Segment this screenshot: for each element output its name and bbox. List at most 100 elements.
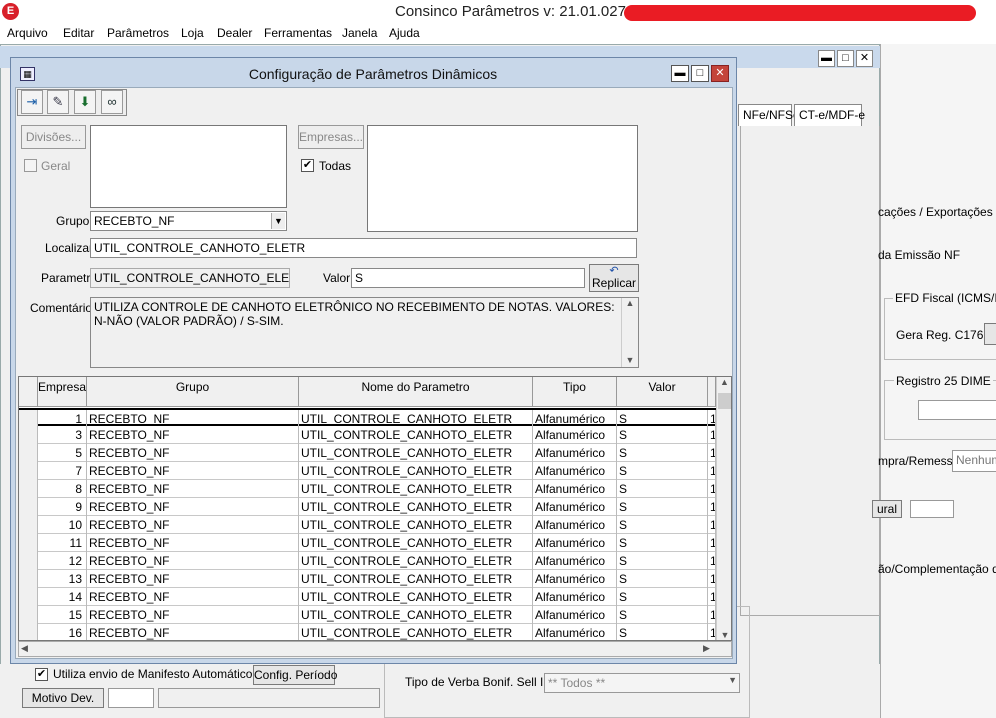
- minimize-icon[interactable]: ▬: [818, 50, 835, 67]
- geral-checkbox[interactable]: [24, 159, 37, 172]
- cell-nome[interactable]: UTIL_CONTROLE_CANHOTO_ELETR: [299, 624, 533, 640]
- menu-editar[interactable]: Editar: [63, 26, 94, 40]
- chevron-up-icon[interactable]: ▲: [717, 377, 731, 391]
- row-indicator[interactable]: [19, 426, 38, 444]
- cell-grupo[interactable]: RECEBTO_NF: [87, 516, 299, 534]
- chevron-right-icon[interactable]: ▶: [703, 643, 710, 654]
- chevron-up-icon[interactable]: ▲: [622, 298, 638, 308]
- cell-nome[interactable]: UTIL_CONTROLE_CANHOTO_ELETR: [299, 516, 533, 534]
- cell-tipo[interactable]: Alfanumérico: [533, 462, 617, 480]
- column-header-tipo[interactable]: Tipo: [533, 377, 617, 407]
- table-row[interactable]: 5 RECEBTO_NF UTIL_CONTROLE_CANHOTO_ELETR Al…: [19, 444, 716, 462]
- cell-valor[interactable]: S: [617, 534, 708, 552]
- grupo-select[interactable]: RECEBTO_NF ▼: [90, 211, 287, 231]
- cell-extra[interactable]: 1: [708, 570, 716, 588]
- menu-parametros[interactable]: Parâmetros: [107, 26, 169, 40]
- table-row[interactable]: 12 RECEBTO_NF UTIL_CONTROLE_CANHOTO_ELETR A…: [19, 552, 716, 570]
- cell-tipo[interactable]: Alfanumérico: [533, 516, 617, 534]
- table-row[interactable]: 8 RECEBTO_NF UTIL_CONTROLE_CANHOTO_ELETR Al…: [19, 480, 716, 498]
- row-indicator[interactable]: [19, 444, 38, 462]
- close-icon[interactable]: ✕: [856, 50, 873, 67]
- cell-empresa[interactable]: 8: [38, 480, 87, 498]
- cell-tipo[interactable]: Alfanumérico: [533, 552, 617, 570]
- cell-extra[interactable]: 1: [708, 480, 716, 498]
- cell-grupo[interactable]: RECEBTO_NF: [87, 624, 299, 640]
- cell-tipo[interactable]: Alfanumérico: [533, 606, 617, 624]
- cell-grupo[interactable]: RECEBTO_NF: [87, 606, 299, 624]
- cell-extra[interactable]: 1: [708, 516, 716, 534]
- motivo-dev-button[interactable]: Motivo Dev.: [22, 688, 104, 708]
- menu-ajuda[interactable]: Ajuda: [389, 26, 420, 40]
- cell-grupo[interactable]: RECEBTO_NF: [87, 444, 299, 462]
- binoculars-icon[interactable]: ∞: [101, 90, 123, 114]
- row-indicator[interactable]: [19, 480, 38, 498]
- tab-nfe-nfse[interactable]: NFe/NFSe: [738, 104, 800, 126]
- cell-extra[interactable]: 1: [708, 534, 716, 552]
- cell-nome[interactable]: UTIL_CONTROLE_CANHOTO_ELETR: [299, 426, 533, 444]
- cell-valor[interactable]: S: [617, 570, 708, 588]
- eraser-icon[interactable]: ✎: [47, 90, 69, 114]
- exit-icon[interactable]: ⇥: [21, 90, 43, 114]
- cell-valor[interactable]: S: [617, 462, 708, 480]
- table-row[interactable]: 7 RECEBTO_NF UTIL_CONTROLE_CANHOTO_ELETR Al…: [19, 462, 716, 480]
- chevron-down-icon[interactable]: ▼: [271, 213, 285, 229]
- maximize-icon[interactable]: □: [837, 50, 854, 67]
- scroll-thumb[interactable]: [718, 393, 731, 409]
- table-row[interactable]: 13 RECEBTO_NF UTIL_CONTROLE_CANHOTO_ELETR A…: [19, 570, 716, 588]
- cell-grupo[interactable]: RECEBTO_NF: [87, 552, 299, 570]
- maximize-icon[interactable]: □: [691, 65, 709, 82]
- row-indicator[interactable]: [19, 606, 38, 624]
- chevron-down-icon[interactable]: ▼: [717, 630, 731, 640]
- cell-extra[interactable]: 1: [708, 552, 716, 570]
- localizar-input[interactable]: UTIL_CONTROLE_CANHOTO_ELETR: [90, 238, 637, 258]
- motivo-dev-field[interactable]: [108, 688, 154, 708]
- close-icon[interactable]: ✕: [711, 65, 729, 82]
- cell-nome[interactable]: UTIL_CONTROLE_CANHOTO_ELETR: [299, 444, 533, 462]
- gera-reg-button[interactable]: [984, 323, 996, 345]
- cell-nome[interactable]: UTIL_CONTROLE_CANHOTO_ELETR: [299, 570, 533, 588]
- cell-empresa[interactable]: 10: [38, 516, 87, 534]
- menu-ferramentas[interactable]: Ferramentas: [264, 26, 332, 40]
- menu-loja[interactable]: Loja: [181, 26, 204, 40]
- cell-nome[interactable]: UTIL_CONTROLE_CANHOTO_ELETR: [299, 462, 533, 480]
- cell-tipo[interactable]: Alfanumérico: [533, 426, 617, 444]
- table-row[interactable]: 11 RECEBTO_NF UTIL_CONTROLE_CANHOTO_ELETR A…: [19, 534, 716, 552]
- comentarios-scrollbar[interactable]: ▲ ▼: [621, 298, 638, 367]
- row-indicator[interactable]: [19, 498, 38, 516]
- cell-empresa[interactable]: 12: [38, 552, 87, 570]
- cell-grupo[interactable]: RECEBTO_NF: [87, 426, 299, 444]
- cell-empresa[interactable]: 14: [38, 588, 87, 606]
- divisoes-list[interactable]: [90, 125, 287, 208]
- cell-valor[interactable]: S: [617, 606, 708, 624]
- cell-grupo[interactable]: RECEBTO_NF: [87, 588, 299, 606]
- cell-empresa[interactable]: 7: [38, 462, 87, 480]
- menu-janela[interactable]: Janela: [342, 26, 377, 40]
- cell-nome[interactable]: UTIL_CONTROLE_CANHOTO_ELETR: [299, 480, 533, 498]
- cell-extra[interactable]: 1: [708, 426, 716, 444]
- cell-empresa[interactable]: 9: [38, 498, 87, 516]
- cell-empresa[interactable]: 15: [38, 606, 87, 624]
- table-row[interactable]: 14 RECEBTO_NF UTIL_CONTROLE_CANHOTO_ELETR A…: [19, 588, 716, 606]
- cell-grupo[interactable]: RECEBTO_NF: [87, 498, 299, 516]
- cell-tipo[interactable]: Alfanumérico: [533, 480, 617, 498]
- row-indicator[interactable]: [19, 534, 38, 552]
- menu-dealer[interactable]: Dealer: [217, 26, 252, 40]
- cell-nome[interactable]: UTIL_CONTROLE_CANHOTO_ELETR: [299, 498, 533, 516]
- cell-extra[interactable]: 1: [708, 588, 716, 606]
- cell-empresa[interactable]: 5: [38, 444, 87, 462]
- cell-empresa[interactable]: 3: [38, 426, 87, 444]
- row-indicator[interactable]: [19, 462, 38, 480]
- cell-extra[interactable]: 1: [708, 462, 716, 480]
- chevron-down-icon[interactable]: ▼: [622, 355, 638, 365]
- row-indicator[interactable]: [19, 588, 38, 606]
- cell-grupo[interactable]: RECEBTO_NF: [87, 534, 299, 552]
- column-header-valor[interactable]: Valor: [617, 377, 708, 407]
- grid-horizontal-scrollbar[interactable]: ◀ ▶: [18, 641, 732, 657]
- menu-arquivo[interactable]: Arquivo: [7, 26, 48, 40]
- registro25-field[interactable]: [918, 400, 996, 420]
- cell-empresa[interactable]: 11: [38, 534, 87, 552]
- cell-extra[interactable]: 1: [708, 444, 716, 462]
- cell-tipo[interactable]: Alfanumérico: [533, 444, 617, 462]
- cell-valor[interactable]: S: [617, 588, 708, 606]
- valor-input[interactable]: S: [351, 268, 585, 288]
